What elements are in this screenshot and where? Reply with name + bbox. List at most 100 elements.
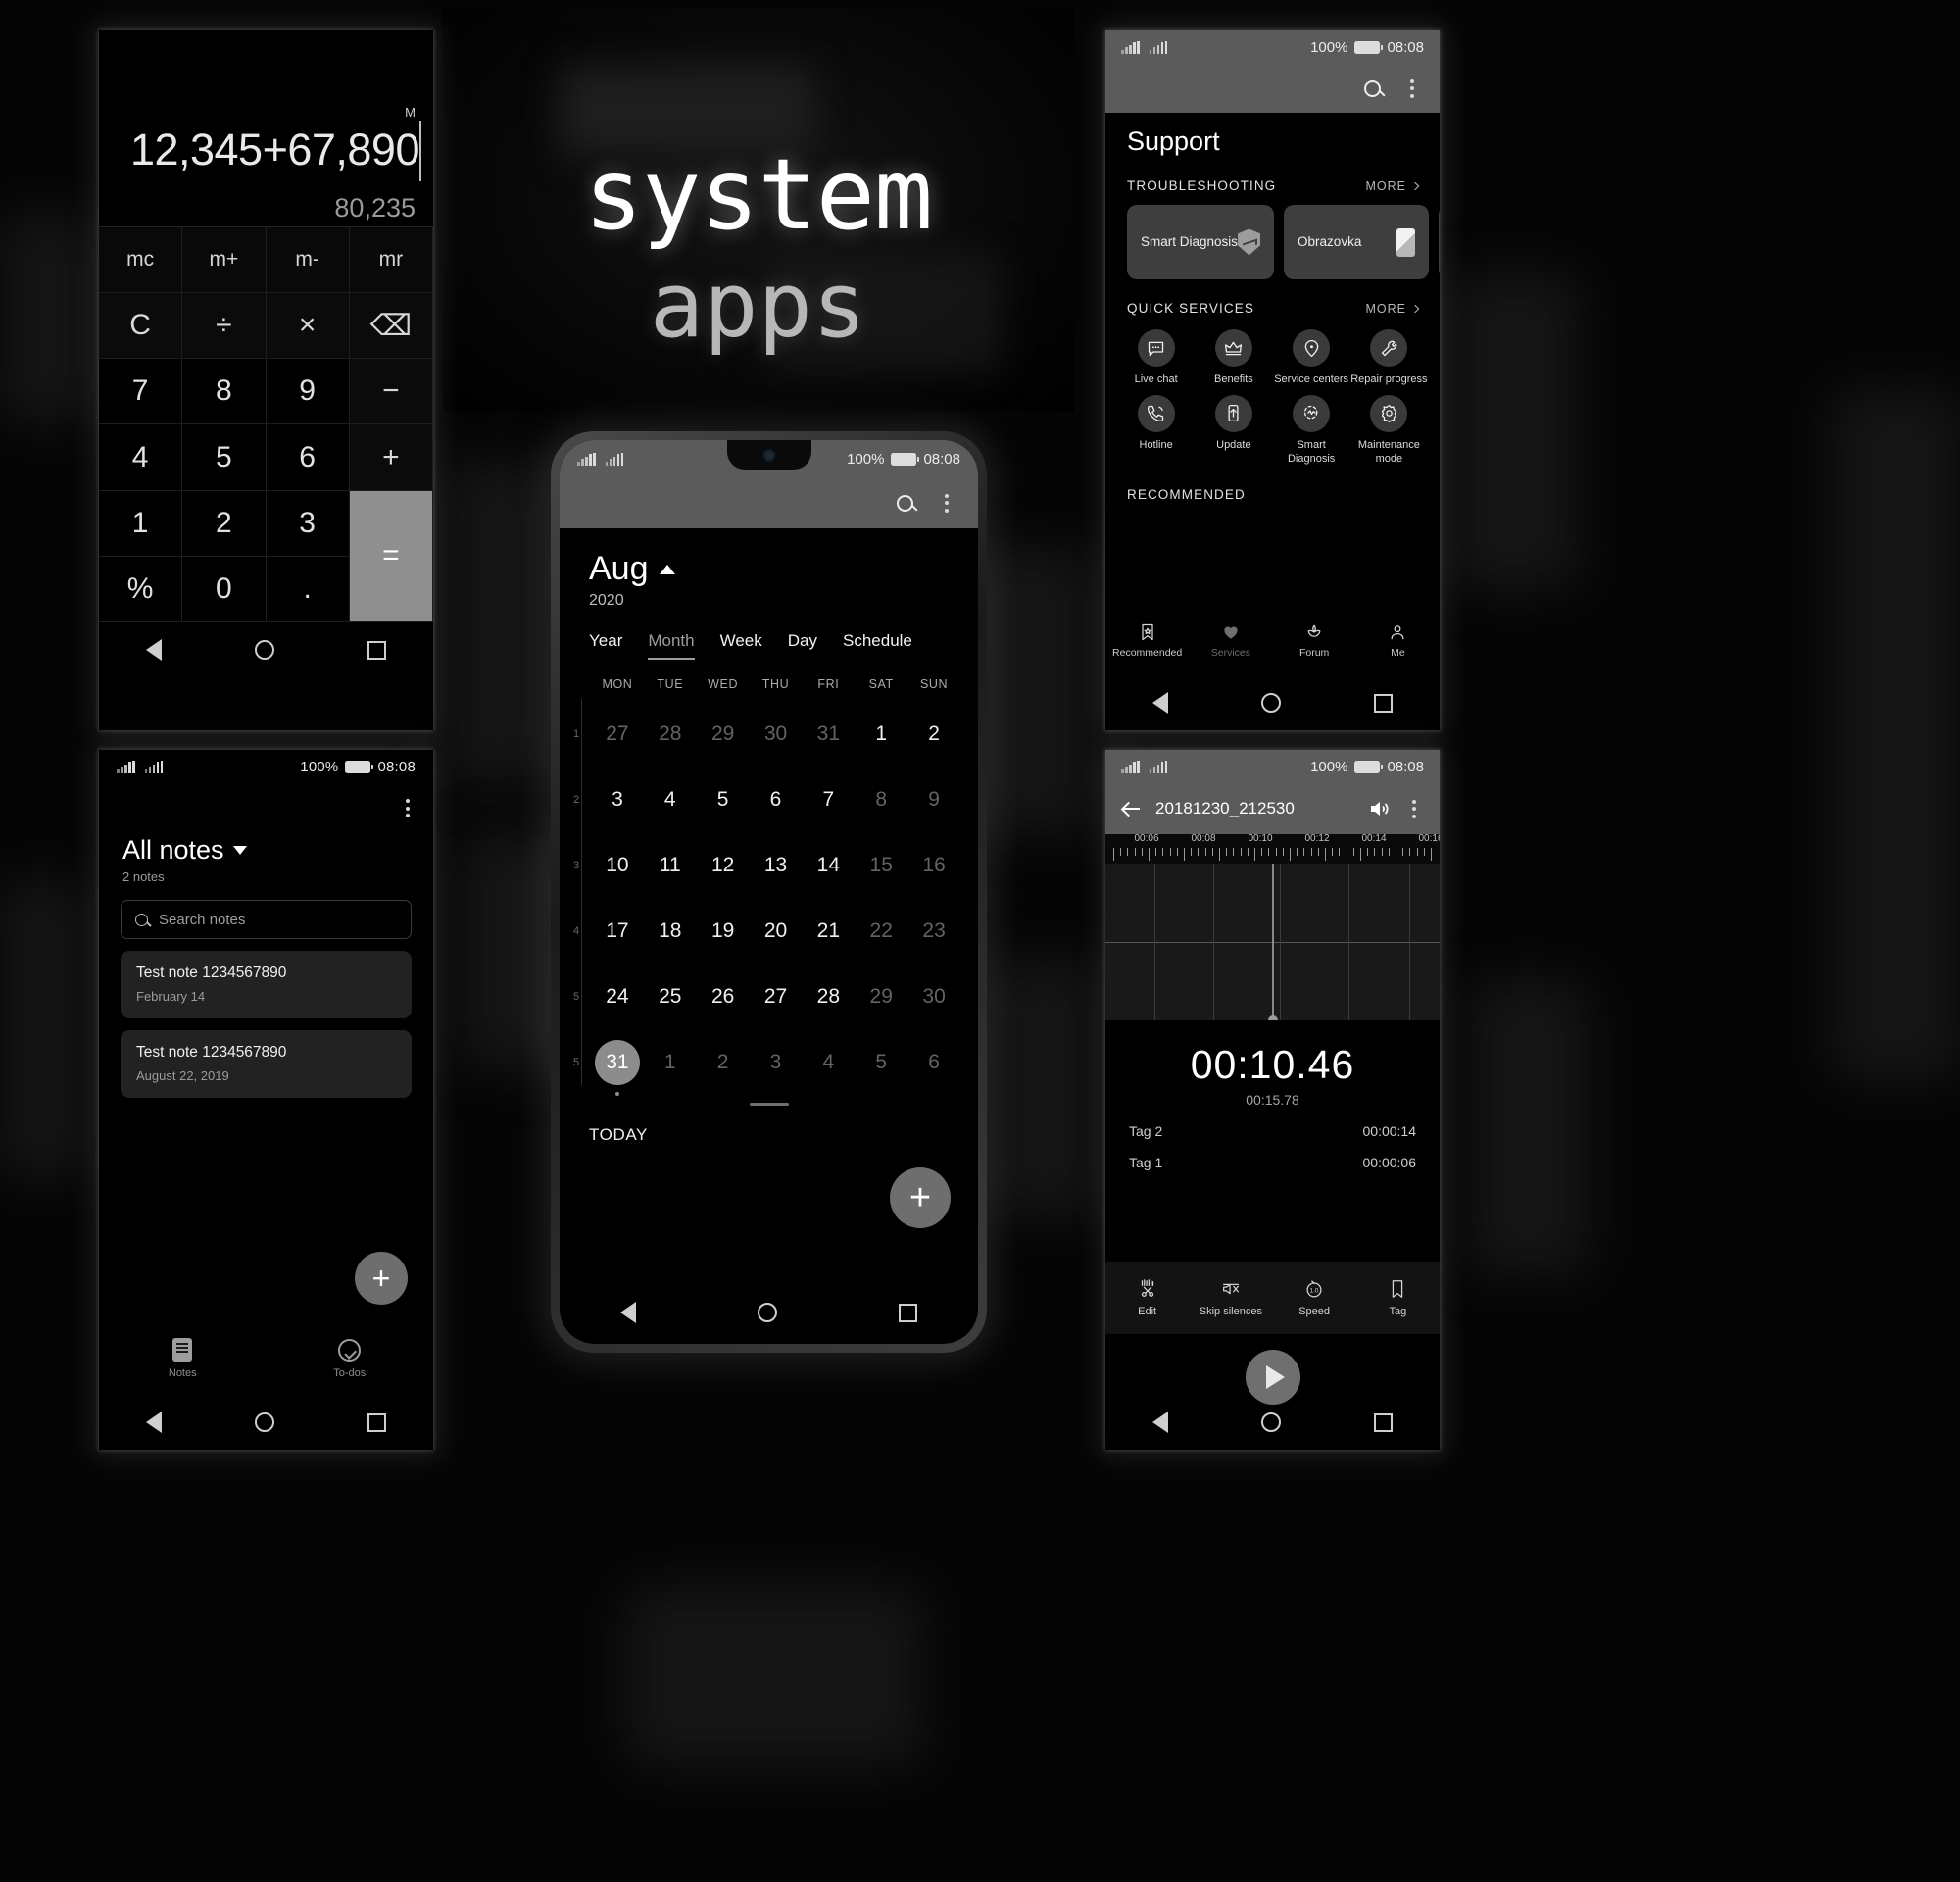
calendar-day-cell[interactable]: 8 (855, 788, 907, 812)
more-link[interactable]: MORE (1366, 179, 1420, 193)
home-icon[interactable] (254, 1412, 274, 1432)
android-navbar[interactable] (99, 1395, 433, 1450)
calendar-tab-month[interactable]: Month (648, 631, 695, 660)
timeline-ruler[interactable]: 00:06 00:08 00:10 00:12 00:14 00:16 (1105, 833, 1440, 864)
calc-key-x[interactable]: − (349, 359, 433, 425)
tag-row[interactable]: Tag 2 00:00:14 (1105, 1108, 1440, 1139)
android-navbar[interactable] (1105, 675, 1440, 730)
home-icon[interactable] (254, 640, 274, 660)
overflow-menu-icon[interactable] (1406, 794, 1422, 824)
calc-key-2[interactable]: 2 (182, 490, 267, 557)
recorder-tool-speed[interactable]: 1.0 Speed (1273, 1278, 1356, 1317)
speaker-loud-icon[interactable] (1367, 797, 1391, 820)
calc-key-0[interactable]: 0 (182, 556, 267, 622)
calendar-day-cell[interactable]: 4 (644, 788, 697, 812)
recents-icon[interactable] (1374, 693, 1394, 713)
calendar-day-cell[interactable]: 7 (802, 788, 855, 812)
calendar-day-cell[interactable]: 5 (855, 1051, 907, 1074)
support-tab-forum[interactable]: Forum (1273, 622, 1356, 659)
calendar-day-cell[interactable]: 16 (907, 854, 960, 877)
recents-icon[interactable] (899, 1303, 917, 1322)
calc-key-6[interactable]: 6 (266, 424, 350, 491)
calendar-day-cell[interactable]: 12 (697, 854, 750, 877)
tab-todos[interactable]: To-dos (267, 1322, 434, 1395)
quick-service-service-centers[interactable]: Service centers (1273, 329, 1350, 387)
calendar-day-cell[interactable]: 14 (802, 854, 855, 877)
overflow-menu-icon[interactable] (1404, 74, 1420, 104)
month-selector[interactable]: Aug (589, 550, 949, 588)
quick-service-smart-diagnosis[interactable]: Smart Diagnosis (1273, 394, 1350, 467)
android-navbar[interactable] (1105, 1395, 1440, 1450)
playhead[interactable] (1269, 864, 1277, 1020)
calendar-day-cell[interactable]: 30 (750, 722, 803, 746)
calc-key-mr[interactable]: mr (349, 227, 433, 294)
calendar-day-cell[interactable]: 15 (855, 854, 907, 877)
calc-key-+[interactable]: + (349, 424, 433, 491)
calc-key-.[interactable]: . (266, 556, 350, 622)
calendar-day-cell[interactable]: 27 (750, 985, 803, 1009)
recents-icon[interactable] (368, 1412, 387, 1432)
calendar-day-cell[interactable]: 6 (750, 788, 803, 812)
support-tab-services[interactable]: Services (1189, 622, 1272, 659)
calc-key-1[interactable]: 1 (99, 490, 183, 557)
more-link[interactable]: MORE (1366, 302, 1420, 316)
home-icon[interactable] (1260, 1412, 1281, 1432)
recorder-tool-tag[interactable]: Tag (1356, 1278, 1440, 1317)
calendar-tab-week[interactable]: Week (720, 631, 762, 660)
quick-service-update[interactable]: Update (1195, 394, 1272, 467)
recents-icon[interactable] (368, 640, 387, 660)
calendar-day-cell[interactable]: 31 (591, 1039, 644, 1096)
calendar-day-cell[interactable]: 30 (907, 985, 960, 1009)
calc-key-7[interactable]: 7 (99, 359, 183, 425)
calendar-day-cell[interactable]: 5 (697, 788, 750, 812)
search-input[interactable]: Search notes (121, 900, 412, 939)
calendar-day-cell[interactable]: 22 (855, 919, 907, 943)
calc-key-4[interactable]: 4 (99, 424, 183, 491)
today-button[interactable]: TODAY (560, 1106, 978, 1145)
calendar-day-cell[interactable]: 29 (855, 985, 907, 1009)
android-navbar[interactable] (560, 1281, 978, 1344)
back-icon[interactable] (620, 1302, 636, 1323)
add-note-button[interactable]: + (355, 1252, 408, 1305)
troubleshooting-card[interactable]: Smart Diagnosis (1127, 205, 1275, 279)
overflow-menu-icon[interactable] (400, 793, 416, 823)
calendar-day-cell[interactable]: 4 (802, 1051, 855, 1074)
calc-key-mc[interactable]: mc (99, 227, 183, 294)
calc-key-x[interactable]: ÷ (182, 293, 267, 360)
calendar-day-cell[interactable]: 2 (697, 1051, 750, 1074)
calendar-day-cell[interactable]: 6 (907, 1051, 960, 1074)
calendar-day-cell[interactable]: 3 (750, 1051, 803, 1074)
back-icon[interactable] (1152, 692, 1168, 714)
support-tab-me[interactable]: Me (1356, 622, 1440, 659)
tab-notes[interactable]: Notes (99, 1322, 267, 1395)
quick-service-repair-progress[interactable]: Repair progress (1350, 329, 1428, 387)
search-icon[interactable] (897, 494, 913, 512)
calendar-day-cell[interactable]: 27 (591, 722, 644, 746)
calendar-tab-schedule[interactable]: Schedule (843, 631, 912, 660)
calendar-day-cell[interactable]: 13 (750, 854, 803, 877)
calendar-tab-year[interactable]: Year (589, 631, 622, 660)
calendar-day-cell[interactable]: 26 (697, 985, 750, 1009)
calendar-day-cell[interactable]: 28 (644, 722, 697, 746)
calc-key-m-[interactable]: m- (266, 227, 350, 294)
calc-key-%[interactable]: % (99, 556, 183, 622)
calendar-day-cell[interactable]: 31 (802, 722, 855, 746)
quick-service-hotline[interactable]: Hotline (1117, 394, 1195, 467)
tag-row[interactable]: Tag 1 00:00:06 (1105, 1139, 1440, 1170)
quick-service-benefits[interactable]: Benefits (1195, 329, 1272, 387)
calc-key-m+[interactable]: m+ (182, 227, 267, 294)
quick-service-maintenance-mode[interactable]: Maintenance mode (1350, 394, 1428, 467)
back-icon[interactable] (1152, 1412, 1168, 1433)
chevron-down-icon[interactable] (232, 846, 247, 855)
calendar-day-cell[interactable]: 24 (591, 985, 644, 1009)
calc-key-x[interactable]: × (266, 293, 350, 360)
back-icon[interactable] (145, 639, 162, 661)
home-icon[interactable] (758, 1303, 777, 1322)
calc-key-5[interactable]: 5 (182, 424, 267, 491)
calc-key-8[interactable]: 8 (182, 359, 267, 425)
calc-key-9[interactable]: 9 (266, 359, 350, 425)
notes-folder-selector[interactable]: All notes (99, 823, 433, 866)
recorder-tool-skip-silences[interactable]: Skip silences (1189, 1278, 1272, 1317)
note-list-item[interactable]: Test note 1234567890 August 22, 2019 (121, 1030, 412, 1098)
note-list-item[interactable]: Test note 1234567890 February 14 (121, 951, 412, 1018)
